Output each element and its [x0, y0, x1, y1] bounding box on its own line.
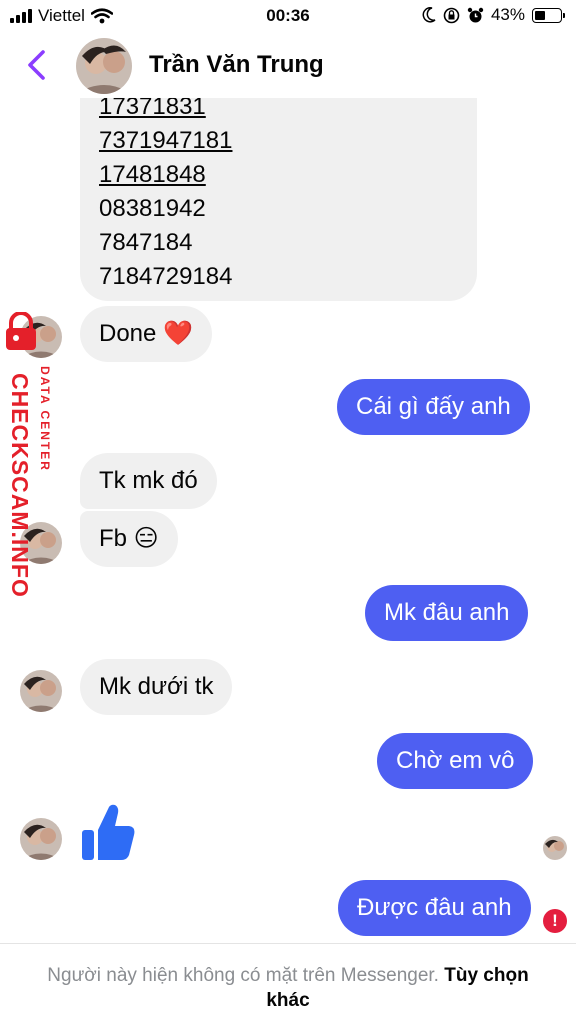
- thumbs-up-icon[interactable]: [80, 804, 136, 862]
- code-link[interactable]: 17481848: [99, 158, 458, 192]
- back-arrow-icon[interactable]: [22, 46, 56, 84]
- code-text: 7184729184: [99, 263, 233, 290]
- alarm-icon: [467, 7, 484, 22]
- incoming-message[interactable]: Done ❤️: [80, 306, 212, 362]
- sender-avatar[interactable]: [20, 818, 62, 860]
- battery-icon: [532, 7, 565, 23]
- outgoing-message[interactable]: Mk đâu anh: [365, 585, 529, 641]
- conversation-header: Trần Văn Trung: [0, 32, 576, 98]
- error-icon[interactable]: !: [543, 909, 567, 933]
- sender-avatar[interactable]: [20, 670, 62, 712]
- contact-name[interactable]: Trần Văn Trung: [149, 51, 324, 79]
- incoming-message[interactable]: Mk dưới tk: [80, 659, 233, 715]
- seen-avatar: [543, 836, 567, 860]
- battery-level: [535, 10, 546, 20]
- status-bar: Viettel 00:36 43%: [0, 0, 576, 32]
- code-text: 7847184: [99, 229, 193, 256]
- incoming-message[interactable]: Tk mk đó: [80, 453, 217, 509]
- moon-icon: [422, 7, 436, 23]
- lock-icon: [6, 312, 36, 350]
- unavailable-notice: Người này hiện không có mặt trên Messeng…: [0, 943, 576, 1024]
- outgoing-message[interactable]: Cái gì đấy anh: [337, 379, 530, 435]
- battery-percent: 43%: [490, 5, 525, 24]
- code-text: 08381942: [99, 195, 206, 222]
- code-link[interactable]: 7371947181: [99, 124, 458, 158]
- watermark-title: CHECKSCAM.INFO: [7, 373, 33, 598]
- incoming-message-codes[interactable]: 17371831 7371947181 17481848 08381942 78…: [80, 80, 477, 301]
- watermark-subtitle: DATA CENTER: [38, 366, 52, 472]
- outgoing-message[interactable]: Chờ em vô: [377, 733, 534, 789]
- outgoing-message[interactable]: Được đâu anh: [338, 880, 531, 936]
- notice-text: Người này hiện không có mặt trên Messeng…: [47, 965, 439, 986]
- rotation-lock-icon: [443, 7, 460, 23]
- contact-avatar[interactable]: [76, 38, 132, 94]
- incoming-message[interactable]: Fb 😑: [80, 511, 178, 567]
